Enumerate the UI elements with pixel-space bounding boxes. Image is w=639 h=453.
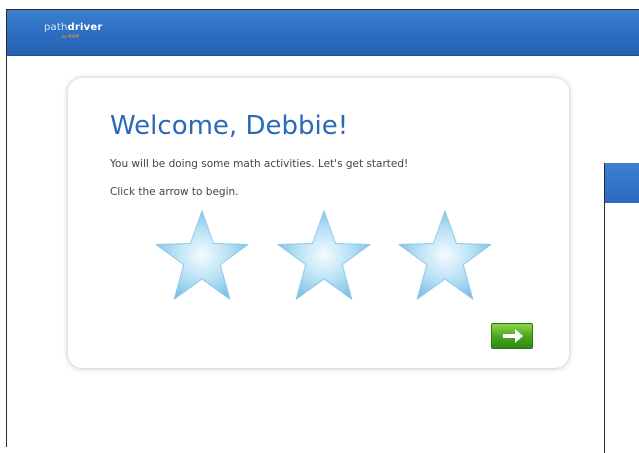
welcome-message: You will be doing some math activities. … — [110, 158, 409, 170]
star-icon — [277, 210, 371, 300]
pathdriver-logo: pathdriver — [44, 22, 103, 33]
side-panel — [604, 163, 639, 453]
app-header: pathdriver by MAPP — [7, 10, 639, 56]
side-panel-header — [605, 163, 639, 203]
arrow-right-icon — [503, 329, 523, 343]
logo-tagline: by MAPP — [62, 34, 80, 39]
welcome-card: Welcome, Debbie! You will be doing some … — [68, 78, 569, 368]
stars-row — [154, 208, 494, 308]
next-arrow-button[interactable] — [491, 323, 533, 349]
welcome-instruction: Click the arrow to begin. — [110, 186, 239, 198]
star-icon — [155, 210, 249, 300]
welcome-title: Welcome, Debbie! — [110, 111, 349, 141]
star-icon — [398, 210, 492, 300]
